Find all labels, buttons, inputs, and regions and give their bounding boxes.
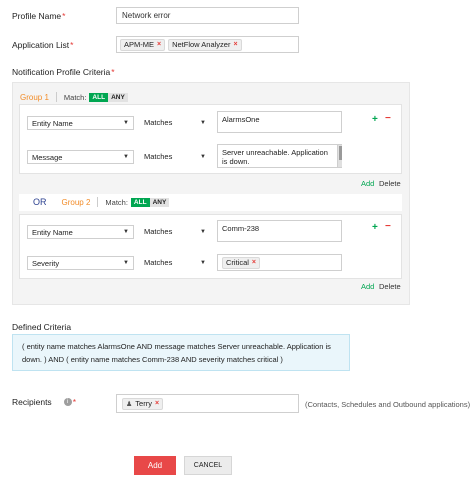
divider [55,92,57,102]
group2-title: Group 2 [61,197,91,207]
criteria-label: Notification Profile Criteria* [12,67,115,77]
remove-rule-icon[interactable]: − [385,113,391,124]
recipients-label: Recipients i * [12,397,76,407]
match-all-option[interactable]: ALL [89,92,109,102]
application-list-label: Application List* [12,40,74,50]
chevron-down-icon: ▼ [123,260,129,266]
chevron-down-icon: ▼ [200,259,206,266]
profile-name-label: Profile Name* [12,11,66,21]
match-all-option[interactable]: ALL [130,197,150,207]
scrollbar[interactable] [337,145,342,167]
value-tag-input[interactable]: Critical × [217,254,342,271]
recipient-tag: ♟ Terry × [122,397,164,410]
chevron-down-icon: ▼ [200,153,206,160]
remove-tag-icon[interactable]: × [157,41,161,48]
field-select[interactable]: Severity ▼ [27,256,134,270]
value-tag: Critical × [222,256,261,269]
delete-group-link[interactable]: Delete [379,282,401,291]
cancel-button[interactable]: CANCEL [184,456,232,475]
remove-tag-icon[interactable]: × [233,41,237,48]
add-condition-link[interactable]: Add [361,282,374,291]
application-list-input[interactable]: APM-ME × NetFlow Analyzer × [116,36,299,53]
remove-tag-icon[interactable]: × [155,400,159,407]
operator-select[interactable]: Matches ▼ [144,227,206,236]
defined-criteria-box: ( entity name matches AlarmsOne AND mess… [12,334,350,371]
profile-name-value: Network error [122,11,171,20]
match-label: Match: [63,92,87,102]
match-label: Match: [105,197,128,207]
group1-title: Group 1 [20,92,49,102]
application-tag: NetFlow Analyzer × [168,38,242,51]
operator-select[interactable]: Matches ▼ [144,258,206,267]
recipients-input[interactable]: ♟ Terry × [116,394,299,413]
field-select[interactable]: Message ▼ [27,150,134,164]
group1-header: Group 1 Match: ALL ANY [20,92,128,102]
chevron-down-icon: ▼ [200,119,206,126]
chevron-down-icon: ▼ [123,154,129,160]
field-select[interactable]: Entity Name ▼ [27,116,134,130]
match-toggle[interactable]: ALL ANY [89,92,128,102]
user-icon: ♟ [126,400,133,408]
or-label: OR [33,197,47,207]
value-input[interactable]: Server unreachable. Application is down. [217,144,342,168]
remove-tag-icon[interactable]: × [252,259,256,266]
chevron-down-icon: ▼ [200,228,206,235]
value-input[interactable]: Comm-238 [217,220,342,242]
defined-criteria-text: ( entity name matches AlarmsOne AND mess… [22,342,331,364]
add-condition-link[interactable]: Add [361,179,374,188]
divider [97,197,99,207]
delete-group-link[interactable]: Delete [379,179,401,188]
profile-name-input[interactable]: Network error [116,7,299,24]
operator-select[interactable]: Matches ▼ [144,152,206,161]
info-icon[interactable]: i [63,398,72,406]
add-rule-icon[interactable]: + [372,222,378,233]
recipients-hint: (Contacts, Schedules and Outbound applic… [305,400,471,409]
match-any-option[interactable]: ANY [108,92,128,102]
defined-criteria-label: Defined Criteria [12,322,72,332]
field-select[interactable]: Entity Name ▼ [27,225,134,239]
chevron-down-icon: ▼ [123,120,129,126]
operator-select[interactable]: Matches ▼ [144,118,206,127]
remove-rule-icon[interactable]: − [385,221,391,232]
value-input[interactable]: AlarmsOne [217,111,342,133]
group2-header: OR Group 2 Match: ALL ANY [33,197,170,207]
application-tag: APM-ME × [120,38,166,51]
add-button[interactable]: Add [134,456,176,475]
chevron-down-icon: ▼ [123,229,129,235]
match-any-option[interactable]: ANY [149,197,170,207]
match-toggle[interactable]: ALL ANY [130,197,170,207]
add-rule-icon[interactable]: + [372,114,378,125]
